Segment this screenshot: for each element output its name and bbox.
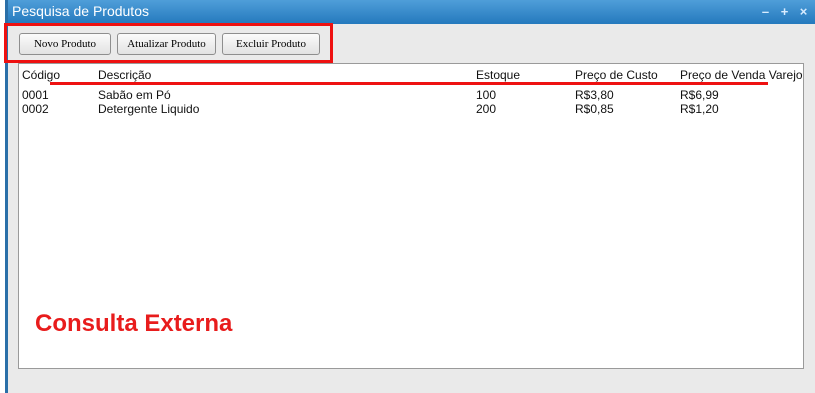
cell-preco-venda: R$1,20 [680, 102, 719, 116]
column-header-preco-venda[interactable]: Preço de Venda Varejo [680, 68, 803, 82]
cell-descricao: Detergente Liquido [98, 102, 200, 116]
column-header-preco-custo[interactable]: Preço de Custo [575, 68, 658, 82]
annotation-underline [50, 82, 768, 85]
title-bar[interactable]: Pesquisa de Produtos – + × [8, 0, 815, 24]
column-header-codigo[interactable]: Código [22, 68, 60, 82]
cell-descricao: Sabão em Pó [98, 88, 171, 102]
cell-estoque: 200 [476, 102, 497, 116]
cell-preco-custo: R$3,80 [575, 88, 614, 102]
cell-estoque: 100 [476, 88, 497, 102]
maximize-icon[interactable]: + [777, 4, 792, 19]
cell-preco-venda: R$6,99 [680, 88, 719, 102]
annotation-highlight-box [4, 23, 333, 63]
minimize-icon[interactable]: – [758, 4, 773, 19]
close-icon[interactable]: × [796, 4, 811, 19]
column-header-estoque[interactable]: Estoque [476, 68, 520, 82]
window-title: Pesquisa de Produtos [12, 3, 149, 19]
cell-preco-custo: R$0,85 [575, 102, 614, 116]
column-header-descricao[interactable]: Descrição [98, 68, 151, 82]
cell-codigo: 0001 [22, 88, 49, 102]
cell-codigo: 0002 [22, 102, 49, 116]
annotation-label: Consulta Externa [35, 310, 233, 337]
